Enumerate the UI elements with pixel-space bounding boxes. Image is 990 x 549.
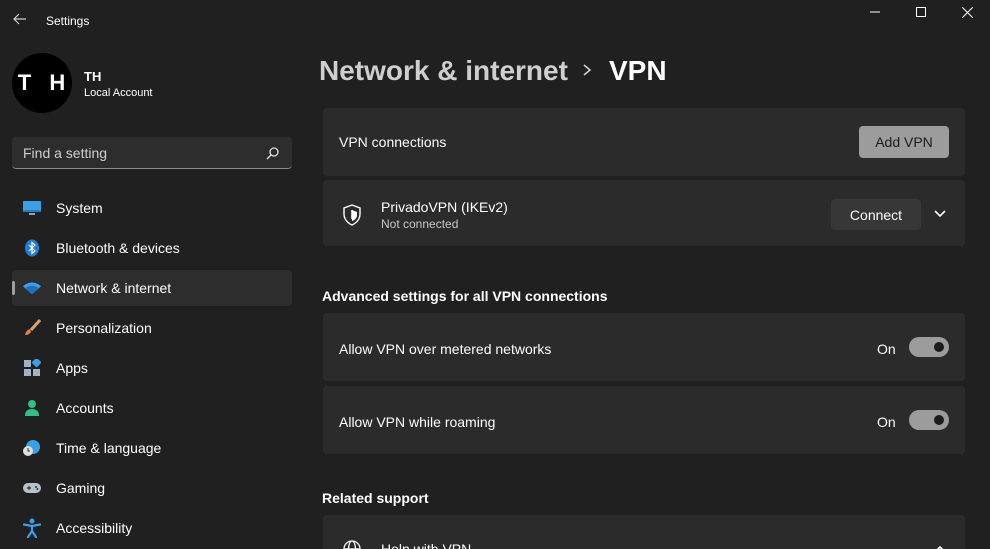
sidebar-item-label: System [56,200,103,216]
search-icon [266,147,279,160]
back-arrow-icon [13,13,26,25]
minimize-icon [870,11,880,13]
accessibility-icon [22,518,42,538]
sidebar-nav: System Bluetooth & devices Network & int… [12,190,292,549]
sidebar-item-label: Accounts [56,400,114,416]
maximize-button[interactable] [898,0,944,24]
help-with-vpn-card[interactable]: Help with VPN [323,515,965,549]
profile-account-type: Local Account [84,87,153,99]
add-vpn-button[interactable]: Add VPN [859,126,949,158]
system-monitor-icon [22,199,42,217]
vpn-entry-card[interactable]: PrivadoVPN (IKEv2) Not connected Connect [323,180,965,246]
setting-metered-card: Allow VPN over metered networks On [323,313,965,381]
sidebar-item-accessibility[interactable]: Accessibility [12,510,292,546]
breadcrumb-parent[interactable]: Network & internet [319,55,568,87]
avatar[interactable]: T H [12,53,72,113]
chevron-right-icon [583,64,592,76]
sidebar-item-label: Bluetooth & devices [56,240,180,256]
sidebar-item-label: Time & language [56,440,162,456]
chevron-up-icon[interactable] [933,542,947,549]
vpn-connections-label: VPN connections [339,134,447,150]
search-placeholder: Find a setting [23,145,108,161]
maximize-icon [916,7,926,17]
sidebar-item-time-language[interactable]: Time & language [12,430,292,466]
vpn-status: Not connected [381,217,459,231]
setting-roaming-card: Allow VPN while roaming On [323,386,965,454]
help-with-vpn-label: Help with VPN [381,541,472,549]
sidebar-item-label: Network & internet [56,280,172,296]
chevron-down-icon[interactable] [933,207,947,221]
metered-toggle[interactable] [909,337,949,357]
close-icon [961,6,973,18]
globe-icon [343,540,361,549]
setting-label: Allow VPN while roaming [339,414,496,430]
profile-name: TH [84,69,102,84]
connect-button[interactable]: Connect [831,199,921,230]
sidebar-item-system[interactable]: System [12,190,292,226]
page-title: VPN [609,55,667,86]
sidebar-item-accounts[interactable]: Accounts [12,390,292,426]
toggle-state-label: On [877,341,896,357]
sidebar-item-label: Gaming [56,480,106,496]
advanced-section-title: Advanced settings for all VPN connection… [322,288,608,304]
setting-label: Allow VPN over metered networks [339,341,552,357]
gamepad-icon [22,479,42,497]
sidebar-item-apps[interactable]: Apps [12,350,292,386]
related-section-title: Related support [322,490,429,506]
person-icon [22,399,42,417]
sidebar-item-label: Apps [56,360,88,376]
minimize-button[interactable] [852,0,898,24]
title-bar: Settings [0,0,990,40]
app-title: Settings [46,14,90,28]
sidebar-item-bluetooth[interactable]: Bluetooth & devices [12,230,292,266]
sidebar-item-gaming[interactable]: Gaming [12,470,292,506]
back-button[interactable] [10,8,30,30]
search-input[interactable]: Find a setting [12,137,292,169]
bluetooth-icon [22,239,42,257]
sidebar-item-label: Personalization [56,320,152,336]
vpn-connections-card: VPN connections Add VPN [323,108,965,176]
vpn-name: PrivadoVPN (IKEv2) [381,199,508,215]
globe-clock-icon [22,439,42,457]
sidebar-item-network[interactable]: Network & internet [12,270,292,306]
brush-icon [22,319,42,337]
wifi-icon [22,279,42,297]
close-button[interactable] [944,0,990,24]
toggle-state-label: On [877,414,896,430]
sidebar-item-label: Accessibility [56,520,133,536]
sidebar-item-personalization[interactable]: Personalization [12,310,292,346]
shield-icon [343,204,361,226]
apps-icon [22,359,42,377]
roaming-toggle[interactable] [909,410,949,430]
